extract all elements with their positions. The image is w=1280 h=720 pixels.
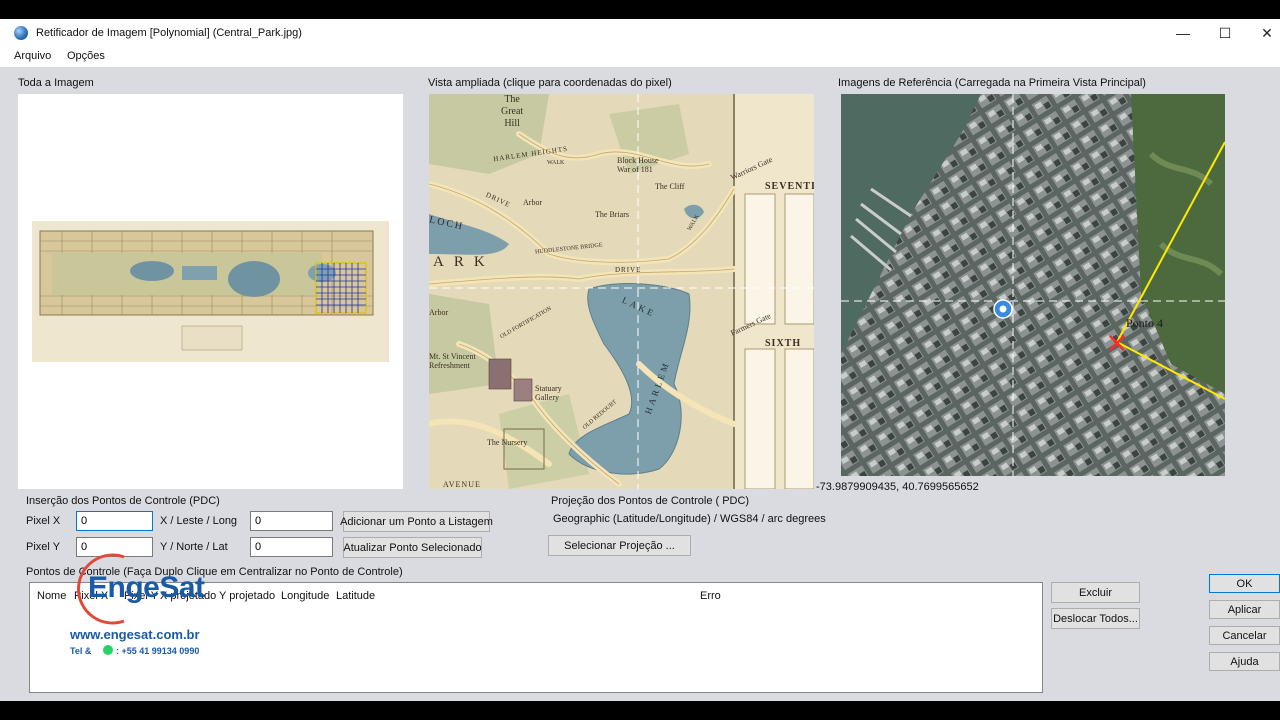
engesat-watermark: EngeSat www.engesat.com.br Tel & : +55 4…	[64, 549, 224, 664]
whatsapp-icon	[103, 645, 113, 655]
whole-image-label: Toda a Imagem	[18, 77, 94, 89]
whole-image-thumbnail[interactable]	[32, 221, 389, 362]
x-east-long-label: X / Leste / Long	[160, 515, 238, 527]
map-label-the-briars: The Briars	[595, 210, 629, 219]
pixel-x-label: Pixel X	[26, 515, 61, 527]
map-label-sixth: SIXTH	[765, 338, 802, 349]
map-label-mt-st-vincent-1: Mt. St Vincent	[429, 352, 476, 361]
title-bar: Retificador de Imagem [Polynomial] (Cent…	[0, 19, 1280, 47]
column-latitude[interactable]: Latitude	[336, 590, 375, 602]
menu-bar: Arquivo Opções	[0, 47, 1280, 67]
pixel-x-input[interactable]	[76, 511, 153, 531]
pixel-y-label: Pixel Y	[26, 541, 61, 553]
map-label-block-house-1: Block House	[617, 156, 659, 165]
map-label-nursery: The Nursery	[487, 438, 528, 447]
projection-value: Geographic (Latitude/Longitude) / WGS84 …	[553, 513, 826, 525]
cancel-button[interactable]: Cancelar	[1209, 626, 1280, 645]
app-globe-icon	[14, 26, 28, 40]
update-point-button[interactable]: Atualizar Ponto Selecionado	[343, 537, 482, 558]
y-north-lat-input[interactable]	[250, 537, 333, 557]
window-title: Retificador de Imagem [Polynomial] (Cent…	[36, 27, 302, 39]
engesat-phone: : +55 41 99134 0990	[116, 646, 200, 656]
ok-button[interactable]: OK	[1209, 574, 1280, 593]
pdc-insert-group-label: Inserção dos Pontos de Controle (PDC)	[26, 495, 220, 507]
shift-all-button[interactable]: Deslocar Todos...	[1051, 608, 1140, 629]
add-point-button[interactable]: Adicionar um Ponto a Listagem	[340, 511, 493, 532]
minimize-button[interactable]: —	[1160, 19, 1206, 47]
reference-image-panel[interactable]: Ponto 4	[841, 94, 1225, 476]
map-label-drive-2: DRIVE	[615, 266, 642, 274]
column-longitude[interactable]: Longitude	[281, 590, 329, 602]
ponto-4-label: Ponto 4	[1126, 316, 1164, 330]
zoom-view-label: Vista ampliada (clique para coordenadas …	[428, 77, 672, 89]
map-label-seventh: SEVENTI	[765, 181, 814, 192]
old-map-zoom[interactable]	[429, 94, 814, 489]
map-label-the: The	[504, 94, 520, 105]
map-label-great: Great	[501, 106, 524, 117]
map-label-statuary-2: Gallery	[535, 393, 559, 402]
projection-group-label: Projeção dos Pontos de Controle ( PDC)	[551, 495, 750, 507]
map-label-block-house-2: War of 181	[617, 165, 653, 174]
maximize-button[interactable]: ☐	[1202, 19, 1248, 47]
map-label-hill: Hill	[504, 118, 520, 129]
engesat-brand: EngeSat	[88, 571, 205, 604]
map-label-arbor-1: Arbor	[523, 198, 543, 207]
menu-arquivo[interactable]: Arquivo	[14, 50, 51, 62]
whole-image-panel[interactable]	[18, 94, 403, 489]
map-label-the-cliff: The Cliff	[655, 182, 685, 191]
map-label-walk-1: WALK	[547, 160, 565, 166]
delete-point-button[interactable]: Excluir	[1051, 582, 1140, 603]
dialog-client-area: Toda a Imagem Vista ampliada (clique par…	[0, 67, 1280, 701]
engesat-phone-prefix: Tel &	[70, 646, 92, 656]
column-y-projetado[interactable]: Y projetado	[219, 590, 275, 602]
column-erro[interactable]: Erro	[700, 590, 721, 602]
map-label-mt-st-vincent-2: Refreshment	[429, 361, 470, 370]
column-nome[interactable]: Nome	[37, 590, 66, 602]
x-east-long-input[interactable]	[250, 511, 333, 531]
map-label-great-hill: The Great Hill	[501, 94, 523, 130]
map-label-ark: ARK	[433, 254, 495, 270]
rectifier-window: Retificador de Imagem [Polynomial] (Cent…	[0, 19, 1280, 701]
select-projection-button[interactable]: Selecionar Projeção ...	[548, 535, 691, 556]
zoom-view-panel[interactable]: The Great Hill HARLEM HEIGHTS Block Hous…	[429, 94, 814, 489]
apply-button[interactable]: Aplicar	[1209, 600, 1280, 619]
map-label-mt-st-vincent: Mt. St Vincent Refreshment	[429, 352, 476, 370]
coordinate-readout: -73.9879909435, 40.7699565652	[816, 481, 979, 493]
map-label-block-house: Block House War of 181	[617, 156, 659, 174]
map-label-statuary-1: Statuary	[535, 384, 562, 393]
help-button[interactable]: Ajuda	[1209, 652, 1280, 671]
map-label-avenue: AVENUE	[443, 480, 481, 489]
menu-opcoes[interactable]: Opções	[67, 50, 105, 62]
reference-images-label: Imagens de Referência (Carregada na Prim…	[838, 77, 1146, 89]
map-label-arbor-2: Arbor	[429, 308, 449, 317]
engesat-url: www.engesat.com.br	[70, 627, 200, 642]
map-label-statuary: Statuary Gallery	[535, 384, 562, 402]
close-button[interactable]: ✕	[1244, 19, 1280, 47]
satellite-reference-image[interactable]	[841, 94, 1225, 476]
